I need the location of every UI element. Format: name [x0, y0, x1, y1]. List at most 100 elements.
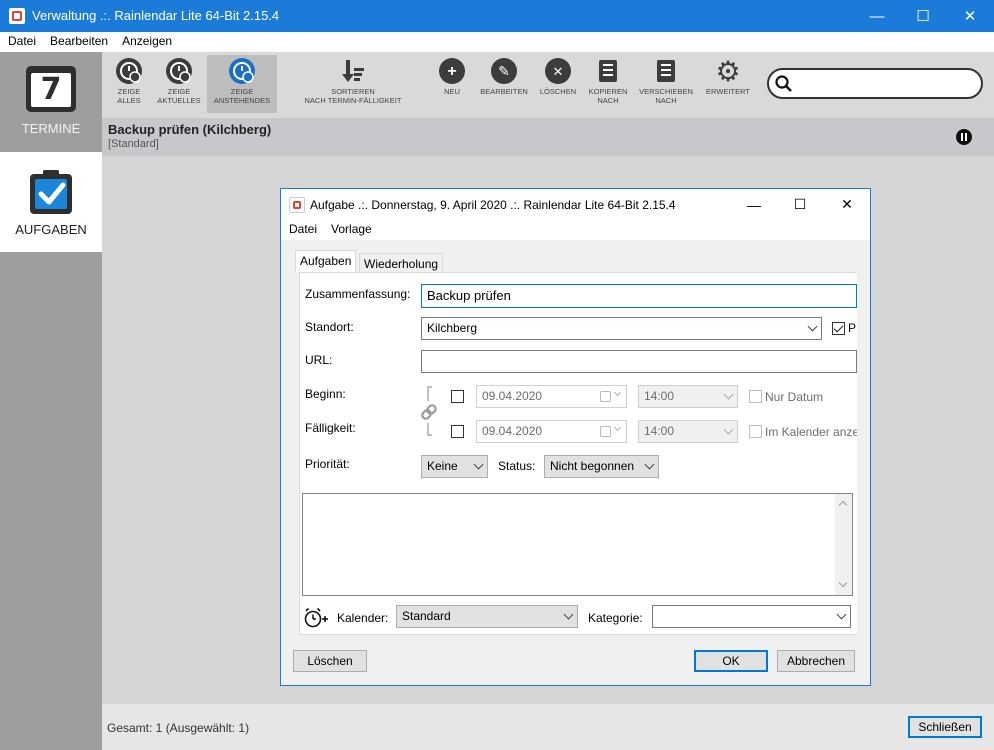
clock-play-icon: [166, 58, 192, 84]
close-button[interactable]: ✕: [947, 0, 993, 32]
category-label: Kategorie:: [588, 611, 643, 625]
status-select[interactable]: Nicht begonnen: [544, 455, 659, 478]
location-checkbox[interactable]: [832, 322, 845, 335]
begin-checkbox[interactable]: [451, 390, 464, 403]
dialog-maximize-button[interactable]: ☐: [777, 189, 823, 220]
description-textarea[interactable]: [302, 493, 853, 596]
pause-icon[interactable]: [956, 129, 972, 145]
search-icon: [774, 74, 793, 93]
cancel-button[interactable]: Abbrechen: [777, 650, 855, 672]
main-menu-bar: Datei Bearbeiten Anzeigen: [0, 32, 994, 52]
advanced-button[interactable]: ⚙ ERWEITERT: [702, 56, 754, 96]
calendar-picker-icon: [600, 426, 611, 437]
dialog-menu-datei[interactable]: Datei: [281, 220, 324, 240]
chevron-down-icon: [473, 459, 484, 470]
sidebar-item-termine[interactable]: 7 TERMINE: [0, 52, 102, 152]
scroll-down-icon: [838, 578, 848, 588]
begin-date-value: 09.04.2020: [482, 389, 543, 403]
location-combobox[interactable]: Kilchberg: [421, 317, 822, 340]
nur-datum-label: Nur Datum: [765, 390, 824, 404]
priority-select[interactable]: Keine: [421, 455, 488, 478]
show-all-button[interactable]: ZEIGE ALLES: [108, 56, 150, 105]
priority-label: Priorität:: [305, 457, 350, 471]
due-time-input[interactable]: 14:00: [638, 420, 738, 443]
chevron-down-icon: [836, 609, 847, 620]
url-input[interactable]: [421, 350, 857, 373]
dialog-app-icon: [289, 197, 305, 213]
search-input[interactable]: [797, 74, 972, 93]
dialog-title: Aufgabe .:. Donnerstag, 9. April 2020 .:…: [310, 198, 676, 212]
clipboard-check-icon: [27, 168, 75, 216]
tab-aufgaben[interactable]: Aufgaben: [295, 250, 357, 272]
dialog-minimize-button[interactable]: —: [731, 189, 777, 220]
menu-datei[interactable]: Datei: [0, 32, 43, 52]
new-button[interactable]: + NEU: [435, 56, 469, 96]
ok-button[interactable]: OK: [694, 650, 768, 672]
due-date-input[interactable]: 09.04.2020: [476, 420, 627, 443]
chevron-down-icon: [613, 388, 622, 397]
summary-label: Zusammenfassung:: [305, 287, 411, 301]
alarm-add-icon[interactable]: [303, 607, 329, 629]
chevron-down-icon: [723, 389, 734, 400]
calendar-day: 7: [31, 73, 71, 107]
calendar-7-icon: 7: [26, 66, 76, 112]
calendar-select[interactable]: Standard: [396, 605, 578, 628]
sort-by-due-button[interactable]: SORTIEREN NACH TERMIN-FÄLLIGKEIT: [300, 56, 406, 105]
search-box[interactable]: [767, 68, 983, 99]
chevron-down-icon: [613, 423, 622, 432]
category-combobox[interactable]: [652, 605, 851, 628]
status-text: Gesamt: 1 (Ausgewählt: 1): [107, 721, 250, 735]
begin-time-value: 14:00: [644, 389, 675, 403]
description-scrollbar[interactable]: [835, 494, 852, 595]
location-checkbox-label: P: [848, 321, 857, 335]
tab-wiederholung[interactable]: Wiederholung: [359, 253, 444, 273]
close-window-button[interactable]: Schließen: [908, 716, 982, 738]
move-icon: [653, 58, 679, 84]
sidebar-item-label: TERMINE: [21, 121, 81, 136]
show-upcoming-button[interactable]: ZEIGE ANSTEHENDES: [207, 55, 277, 113]
begin-time-input[interactable]: 14:00: [638, 385, 738, 408]
x-circle-icon: ✕: [545, 58, 571, 84]
sort-down-icon: [340, 58, 366, 84]
dialog-close-button[interactable]: ✕: [824, 189, 870, 220]
location-label: Standort:: [305, 320, 354, 334]
due-label: Fälligkeit:: [305, 421, 356, 435]
task-header[interactable]: Backup prüfen (Kilchberg) [Standard]: [102, 118, 994, 156]
pencil-icon: ✎: [491, 58, 517, 84]
menu-anzeigen[interactable]: Anzeigen: [115, 32, 179, 52]
begin-date-input[interactable]: 09.04.2020: [476, 385, 627, 408]
dialog-delete-button[interactable]: Löschen: [293, 650, 367, 672]
sidebar-item-aufgaben[interactable]: AUFGABEN: [0, 152, 102, 252]
gear-refresh-icon: ⚙: [715, 55, 741, 87]
minimize-button[interactable]: —: [854, 0, 900, 32]
chevron-down-icon: [644, 459, 655, 470]
task-calendar: [Standard]: [108, 138, 159, 150]
clock-x-icon: [116, 58, 142, 84]
copy-to-button[interactable]: KOPIEREN NACH: [586, 56, 630, 105]
nur-datum-checkbox[interactable]: [749, 390, 762, 403]
sidebar: 7 TERMINE AUFGABEN: [0, 52, 102, 750]
scroll-up-icon: [838, 500, 848, 510]
task-title: Backup prüfen (Kilchberg): [108, 122, 272, 137]
calendar-picker-icon: [600, 391, 611, 402]
chevron-down-icon: [723, 424, 734, 435]
move-to-button[interactable]: VERSCHIEBEN NACH: [636, 56, 696, 105]
show-current-button[interactable]: ZEIGE AKTUELLES: [154, 56, 204, 105]
maximize-button[interactable]: ☐: [900, 0, 946, 32]
plus-icon: +: [439, 58, 465, 84]
im-kalender-checkbox[interactable]: [749, 425, 762, 438]
summary-input[interactable]: Backup prüfen: [421, 284, 857, 308]
edit-button[interactable]: ✎ BEARBEITEN: [479, 56, 529, 96]
dialog-title-bar: Aufgabe .:. Donnerstag, 9. April 2020 .:…: [281, 189, 870, 220]
window-title: Verwaltung .:. Rainlendar Lite 64-Bit 2.…: [32, 8, 280, 23]
status-bar: Gesamt: 1 (Ausgewählt: 1) Schließen: [102, 704, 994, 750]
menu-bearbeiten[interactable]: Bearbeiten: [43, 32, 115, 52]
im-kalender-label: Im Kalender anze: [765, 425, 857, 439]
begin-label: Beginn:: [305, 387, 346, 401]
due-checkbox[interactable]: [451, 425, 464, 438]
dialog-menu-vorlage[interactable]: Vorlage: [324, 220, 379, 240]
delete-button[interactable]: ✕ LÖSCHEN: [537, 56, 579, 96]
copy-icon: [595, 58, 621, 84]
clock-down-icon: [229, 58, 255, 84]
url-label: URL:: [305, 353, 333, 367]
